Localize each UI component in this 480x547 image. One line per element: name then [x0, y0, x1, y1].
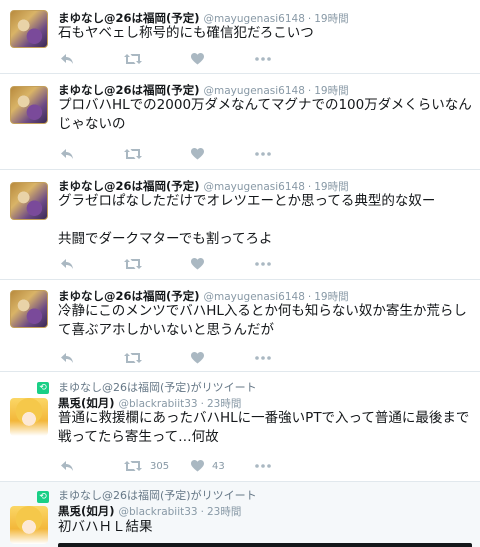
tweet[interactable]: まゆなし@26は福岡(予定) @mayugenasi6148 · 19時間 グラゼロぱ… [0, 170, 480, 280]
heart-icon [191, 148, 204, 160]
more-button[interactable] [255, 146, 271, 162]
tweet-actions [58, 350, 318, 366]
retweet-button[interactable] [124, 146, 142, 162]
reply-button[interactable] [60, 256, 74, 272]
heart-icon [191, 460, 204, 472]
display-name[interactable]: まゆなし@26は福岡(予定) [58, 289, 200, 303]
retweet-icon: ⟲ [37, 382, 49, 394]
more-button[interactable] [255, 256, 271, 272]
avatar[interactable] [10, 506, 48, 544]
avatar[interactable] [10, 290, 48, 328]
tweet-text: 普通に救援欄にあったバハHLに一番強いPTで入って普通に最後まで戦ってたら寄生っ… [58, 410, 470, 445]
avatar[interactable] [10, 86, 48, 124]
like-button[interactable] [191, 146, 204, 162]
more-button[interactable] [255, 350, 271, 366]
retweet-icon [124, 259, 142, 269]
reply-icon [61, 461, 73, 471]
like-count: 43 [212, 460, 225, 472]
tweet-text: 冷静にこのメンツでバハHL入るとか何も知らない奴か寄生か荒らして喜ぶアホしかいな… [58, 303, 467, 338]
retweet-button[interactable]: 305 [124, 458, 169, 474]
tweet-actions [58, 146, 318, 162]
retweet-icon [124, 149, 142, 159]
tweet-text: グラゼロぱなしただけでオレツエーとか思ってる典型的な奴ー 共闘でダークマターでも… [58, 193, 436, 247]
tweet[interactable]: まゆなし@26は福岡(予定) @mayugenasi6148 · 19時間 プロバハH… [0, 74, 480, 170]
like-button[interactable]: 43 [191, 458, 225, 474]
timestamp[interactable]: 23時間 [207, 506, 241, 518]
reply-icon [61, 54, 73, 64]
retweet-button[interactable] [124, 256, 142, 272]
user-handle[interactable]: @blackrabiit33 [119, 506, 198, 518]
separator: · [200, 506, 204, 518]
more-icon [255, 57, 271, 61]
avatar[interactable] [10, 182, 48, 220]
heart-icon [191, 258, 204, 270]
reply-button[interactable] [60, 350, 74, 366]
retweet-context-label[interactable]: まゆなし@26は福岡(予定)がリツイート [58, 489, 257, 503]
retweet-count: 305 [150, 460, 170, 472]
avatar[interactable] [10, 10, 48, 48]
retweet-button[interactable] [124, 350, 142, 366]
like-button[interactable] [191, 51, 204, 67]
tweet[interactable]: まゆなし@26は福岡(予定) @mayugenasi6148 · 19時間 石もヤベェ… [0, 0, 480, 74]
tweet-actions [58, 256, 318, 272]
retweeted-tweet[interactable]: ⟲ まゆなし@26は福岡(予定)がリツイート 黒兎(如月) @blackrabii… [0, 372, 480, 482]
reply-button[interactable] [60, 146, 74, 162]
retweet-context-label[interactable]: まゆなし@26は福岡(予定)がリツイート [58, 381, 257, 395]
reply-icon [61, 259, 73, 269]
more-icon [255, 464, 271, 468]
display-name[interactable]: まゆなし@26は福岡(予定) [58, 179, 200, 193]
tweet-text: 初バハＨＬ結果 [58, 519, 153, 535]
display-name[interactable]: 黒兎(如月) [58, 504, 115, 518]
timeline: まゆなし@26は福岡(予定) @mayugenasi6148 · 19時間 石もヤベェ… [0, 0, 480, 547]
heart-icon [191, 53, 204, 65]
heart-icon [191, 352, 204, 364]
retweet-icon [124, 353, 142, 363]
tweet-actions [58, 51, 318, 67]
reply-button[interactable] [60, 458, 74, 474]
display-name[interactable]: 黒兎(如月) [58, 396, 115, 410]
more-icon [255, 262, 271, 266]
reply-icon [61, 353, 73, 363]
more-button[interactable] [255, 458, 271, 474]
reply-button[interactable] [60, 51, 74, 67]
retweet-icon: ⟲ [37, 491, 49, 503]
tweet-text: 石もヤベェし称号的にも確信犯だろこいつ [58, 25, 314, 41]
display-name[interactable]: まゆなし@26は福岡(予定) [58, 83, 200, 97]
tweet[interactable]: まゆなし@26は福岡(予定) @mayugenasi6148 · 19時間 冷静にこの… [0, 280, 480, 372]
tweet-header: 黒兎(如月) @blackrabiit33 · 23時間 [58, 503, 241, 519]
more-icon [255, 356, 271, 360]
tweet-text: プロバハHLでの2000万ダメなんてマグナでの100万ダメくらいなんじゃないの [58, 97, 472, 132]
retweet-icon [124, 54, 142, 64]
reply-icon [61, 149, 73, 159]
tweet-actions: 305 43 [58, 458, 318, 474]
retweet-icon [124, 461, 142, 471]
retweet-button[interactable] [124, 51, 142, 67]
like-button[interactable] [191, 256, 204, 272]
more-icon [255, 152, 271, 156]
avatar[interactable] [10, 398, 48, 436]
display-name[interactable]: まゆなし@26は福岡(予定) [58, 11, 200, 25]
more-button[interactable] [255, 51, 271, 67]
retweeted-tweet[interactable]: ⟲ まゆなし@26は福岡(予定)がリツイート 黒兎(如月) @blackrabii… [0, 482, 480, 547]
like-button[interactable] [191, 350, 204, 366]
media-preview[interactable] [58, 543, 472, 547]
